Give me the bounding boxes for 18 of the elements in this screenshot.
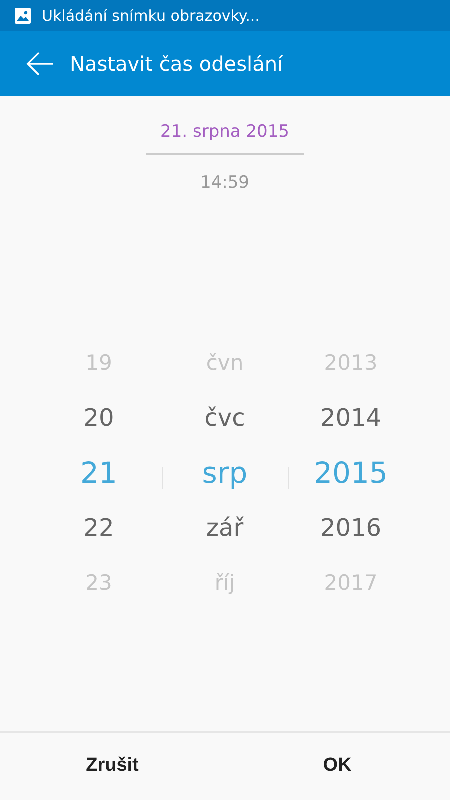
- picker-item[interactable]: 20: [84, 390, 114, 446]
- picker-item[interactable]: zář: [206, 500, 244, 556]
- picker-item[interactable]: čvc: [204, 390, 246, 446]
- cancel-button[interactable]: Zrušit: [0, 733, 225, 800]
- screen-title: Nastavit čas odeslání: [70, 52, 284, 76]
- back-button[interactable]: [26, 52, 54, 76]
- notification-text: Ukládání snímku obrazovky...: [42, 6, 260, 24]
- date-tab[interactable]: 21. srpna 2015: [146, 118, 304, 155]
- picker-item[interactable]: srp: [202, 446, 248, 500]
- ok-button[interactable]: OK: [225, 733, 450, 800]
- picker-item[interactable]: 22: [84, 500, 114, 556]
- picker-item[interactable]: 2014: [320, 390, 382, 446]
- picker-item[interactable]: 2016: [320, 500, 382, 556]
- picker-item[interactable]: 2015: [314, 446, 388, 500]
- back-icon: [26, 52, 54, 76]
- time-tab[interactable]: 14:59: [200, 169, 250, 197]
- picker-item[interactable]: 21: [80, 446, 118, 500]
- image-icon: [15, 8, 31, 24]
